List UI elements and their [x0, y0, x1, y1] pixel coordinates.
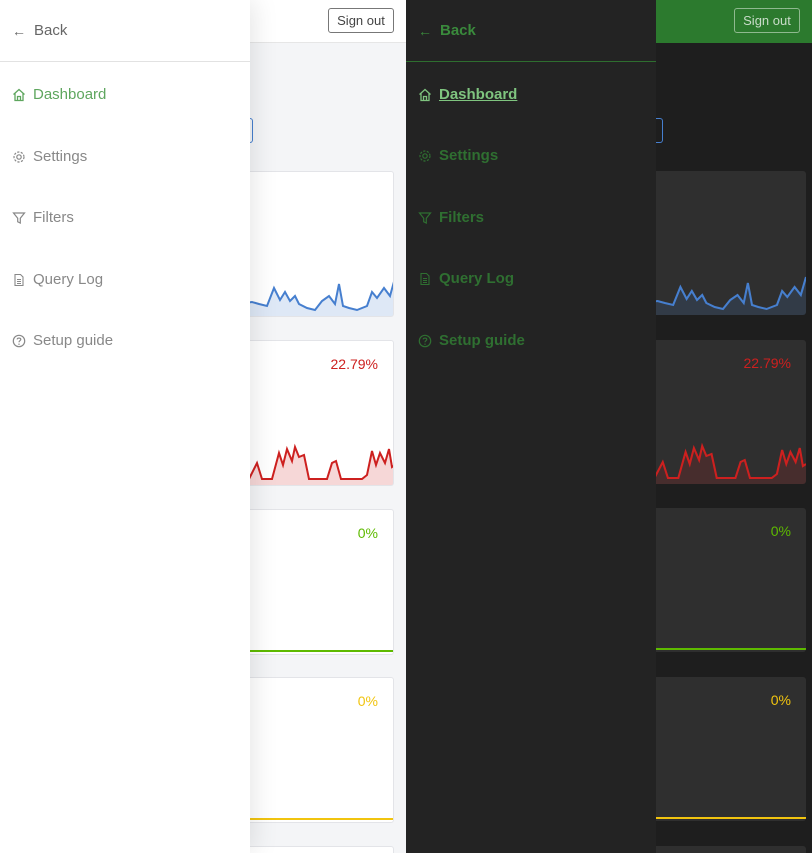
safebrowsing-sparkline: [237, 650, 393, 652]
next-card: [236, 846, 394, 853]
card-percent: 0%: [357, 693, 378, 709]
nav-item-settings[interactable]: Settings: [418, 147, 498, 164]
side-drawer: ← Back Dashboard Settings Filters Query …: [406, 0, 656, 853]
help-circle-icon: [12, 334, 26, 348]
card-percent: 22.79%: [743, 355, 791, 371]
parental-card: 0%: [642, 677, 806, 821]
blocked-sparkline: [642, 442, 806, 484]
safebrowsing-card: 0%: [642, 508, 806, 652]
document-icon: [12, 273, 26, 287]
back-button[interactable]: ← Back: [406, 0, 656, 62]
card-percent: 0%: [357, 525, 378, 541]
queries-sparkline: [642, 276, 806, 315]
nav-item-label: Setup guide: [33, 332, 114, 349]
gear-icon: [12, 150, 26, 164]
nav-item-setup-guide[interactable]: Setup guide: [12, 332, 113, 349]
help-circle-icon: [418, 334, 432, 348]
nav-item-label: Settings: [439, 147, 499, 164]
nav-item-filters[interactable]: Filters: [418, 209, 484, 226]
home-icon: [418, 88, 432, 102]
gear-icon: [418, 149, 432, 163]
nav-item-setup-guide[interactable]: Setup guide: [418, 332, 525, 349]
safebrowsing-card: 0%: [236, 509, 394, 655]
card-percent: 22.79%: [330, 356, 378, 372]
sign-out-button[interactable]: Sign out: [734, 8, 800, 33]
queries-card: [236, 171, 394, 317]
sign-out-button[interactable]: Sign out: [328, 8, 394, 33]
nav-item-label: Filters: [33, 209, 74, 226]
parental-sparkline: [237, 818, 393, 820]
nav-item-label: Setup guide: [439, 332, 525, 349]
nav-item-dashboard[interactable]: Dashboard: [418, 86, 517, 103]
nav-item-label: Query Log: [439, 270, 515, 287]
card-percent: 0%: [770, 692, 791, 708]
nav-item-query-log[interactable]: Query Log: [12, 271, 103, 288]
queries-sparkline: [237, 281, 393, 316]
nav-item-label: Filters: [439, 209, 485, 226]
blocked-card: 22.79%: [236, 340, 394, 486]
side-drawer: ← Back Dashboard Settings Filters Query …: [0, 0, 250, 853]
filter-icon: [418, 211, 432, 225]
document-icon: [418, 272, 432, 286]
parental-card: 0%: [236, 677, 394, 823]
nav-item-dashboard[interactable]: Dashboard: [12, 86, 106, 103]
safebrowsing-sparkline: [642, 648, 806, 650]
home-icon: [12, 88, 26, 102]
nav-item-filters[interactable]: Filters: [12, 209, 74, 226]
back-button[interactable]: ← Back: [0, 0, 250, 62]
blocked-sparkline: [237, 443, 393, 485]
parental-sparkline: [642, 817, 806, 819]
arrow-left-icon: ←: [12, 22, 26, 39]
nav-item-label: Query Log: [33, 271, 104, 288]
nav-item-query-log[interactable]: Query Log: [418, 270, 514, 287]
nav-item-label: Dashboard: [439, 86, 518, 103]
back-label: Back: [440, 22, 476, 39]
blocked-card: 22.79%: [642, 340, 806, 484]
nav-item-label: Settings: [33, 148, 88, 165]
nav-item-label: Dashboard: [33, 86, 107, 103]
light-theme-pane: Sign out 22.79% 0% 0% ← Back Dashboard S…: [0, 0, 406, 853]
time-range-select[interactable]: [656, 118, 663, 143]
next-card: [642, 846, 806, 853]
arrow-left-icon: ←: [418, 22, 432, 39]
filter-icon: [12, 211, 26, 225]
queries-card: [642, 171, 806, 315]
nav-item-settings[interactable]: Settings: [12, 148, 87, 165]
card-percent: 0%: [770, 523, 791, 539]
dark-theme-pane: Sign out 22.79% 0% 0% ← Back Dashboard S…: [406, 0, 812, 853]
back-label: Back: [34, 22, 68, 39]
